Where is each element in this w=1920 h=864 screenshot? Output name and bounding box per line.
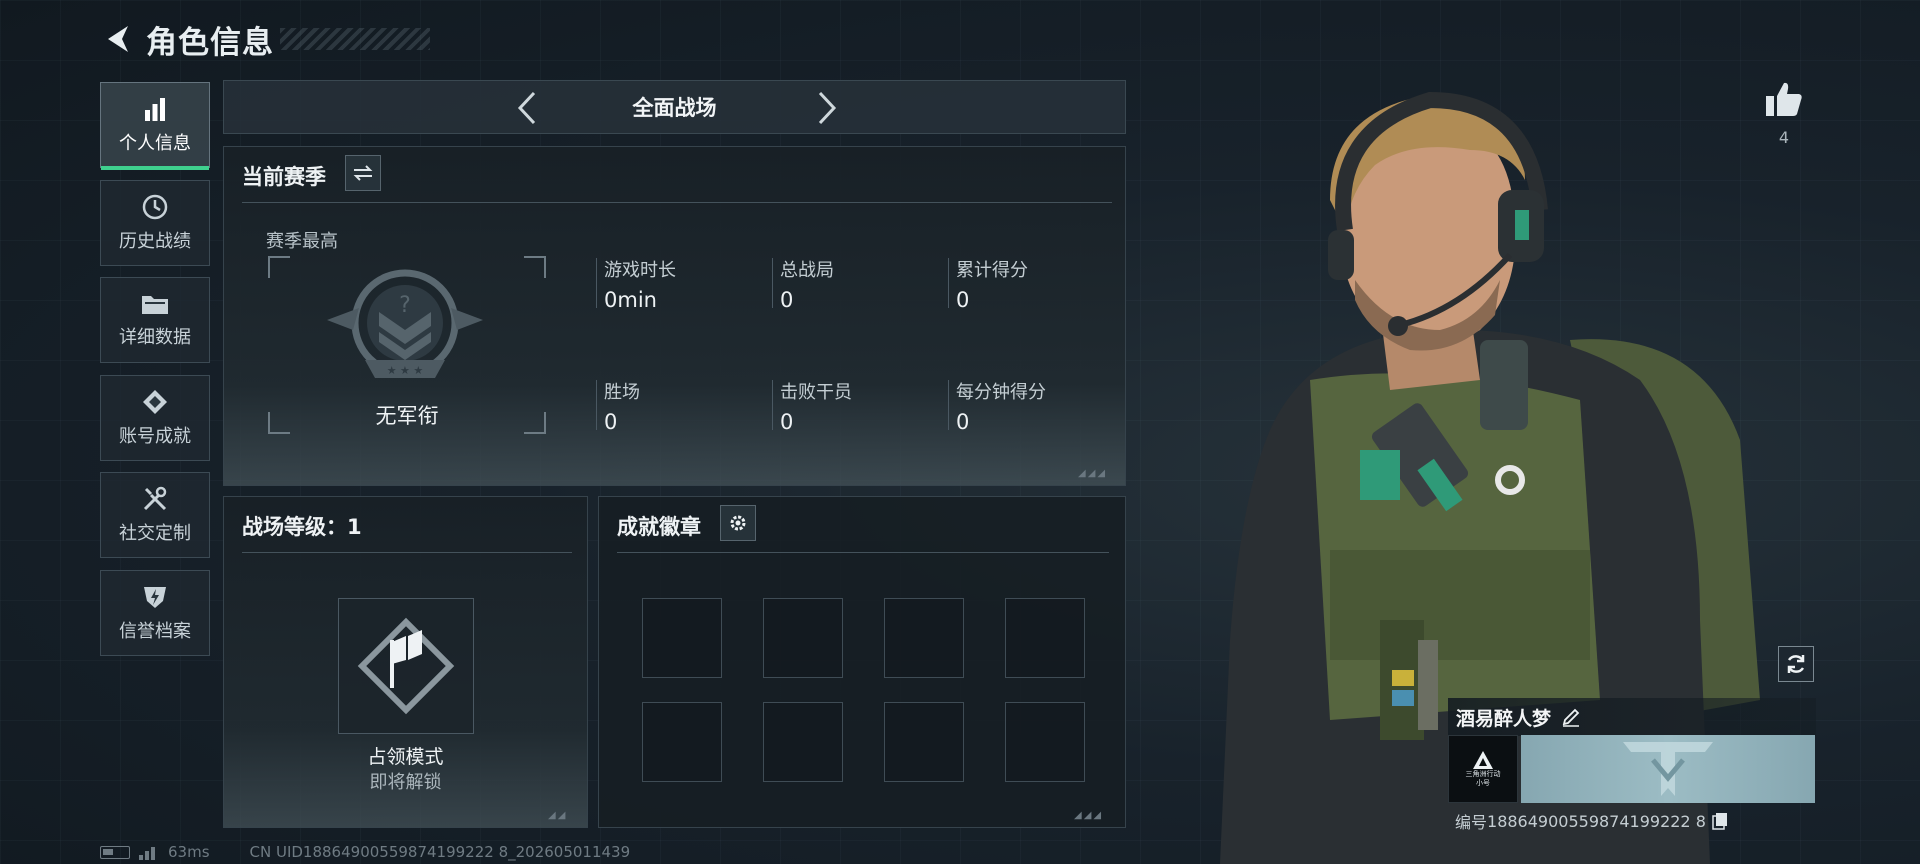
- mode-selector: 全面战场: [223, 80, 1126, 134]
- back-arrow-icon: [108, 26, 128, 52]
- folder-icon: [142, 296, 168, 314]
- svg-text:★ ★ ★: ★ ★ ★: [387, 364, 424, 377]
- page-header: 角色信息: [100, 18, 430, 61]
- badge-slot[interactable]: [1005, 702, 1085, 782]
- game-logo-subtext: 小号: [1476, 779, 1490, 787]
- game-logo: 三角洲行动 小号: [1448, 735, 1518, 803]
- stat-separator: [772, 258, 773, 308]
- battlefield-level-title: 战场等级：1: [242, 515, 362, 539]
- next-mode-arrow-icon[interactable]: [814, 90, 840, 126]
- stat-total-matches-label: 总战局: [780, 260, 834, 281]
- panel-corner-marks: ◢◢: [548, 810, 568, 821]
- shield-lightning-icon: [144, 587, 166, 608]
- season-switch-button[interactable]: [345, 155, 381, 191]
- player-name-bar: 酒易醉人梦: [1448, 698, 1816, 736]
- stat-play-time-label: 游戏时长: [604, 260, 676, 281]
- uid-text: CN UID18864900559874199222 8_20260501143…: [249, 843, 631, 861]
- stat-play-time-value: 0min: [604, 288, 657, 312]
- badge-slot[interactable]: [642, 702, 722, 782]
- badge-slot[interactable]: [1005, 598, 1085, 678]
- achievements-divider: [617, 552, 1109, 553]
- stat-separator: [596, 258, 597, 308]
- stat-wins-label: 胜场: [604, 382, 640, 403]
- sidebar-item-label: 详细数据: [119, 327, 191, 348]
- page-title: 角色信息: [146, 24, 274, 61]
- flag-icon: [357, 617, 455, 715]
- history-clock-icon: [142, 194, 168, 220]
- bar-chart-icon: [145, 98, 165, 121]
- frame-corner: [524, 256, 546, 278]
- like-count: 4: [1778, 128, 1790, 147]
- game-logo-text: 三角洲行动: [1465, 770, 1501, 778]
- tools-icon: [143, 486, 167, 511]
- frame-corner: [268, 256, 290, 278]
- achievements-title: 成就徽章: [617, 515, 701, 539]
- player-id: 编号 18864900559874199222 8: [1455, 809, 1728, 833]
- copy-icon[interactable]: [1712, 812, 1728, 830]
- mode-status: 即将解锁: [369, 772, 442, 793]
- sidebar-item-achievements[interactable]: 账号成就: [100, 375, 210, 461]
- stat-score-per-min-label: 每分钟得分: [956, 382, 1046, 403]
- player-id-label: 编号: [1455, 813, 1488, 832]
- badge-slot[interactable]: [642, 598, 722, 678]
- sidebar-item-label: 社交定制: [119, 523, 191, 544]
- title-decoration: [280, 28, 430, 50]
- badge-slot[interactable]: [763, 598, 843, 678]
- stat-separator: [772, 380, 773, 430]
- badge-slot[interactable]: [884, 598, 964, 678]
- delta-logo-icon: [1473, 751, 1493, 769]
- mode-name: 占领模式: [367, 746, 444, 768]
- season-best-label: 赛季最高: [266, 231, 338, 252]
- sidebar-item-label: 个人信息: [119, 133, 191, 154]
- prev-mode-arrow-icon[interactable]: [514, 90, 540, 126]
- sidebar-item-label: 信誉档案: [119, 621, 191, 642]
- sidebar-item-personal-info[interactable]: 个人信息: [100, 82, 210, 170]
- ping-value: 63ms: [168, 843, 210, 861]
- sidebar-item-social[interactable]: 社交定制: [100, 472, 210, 558]
- player-banner: [1521, 735, 1815, 803]
- stat-wins-value: 0: [604, 410, 618, 434]
- player-id-value: 18864900559874199222 8: [1487, 811, 1706, 831]
- panel-corner-marks: ◢◢◢: [1078, 468, 1108, 479]
- mode-label: 全面战场: [632, 96, 717, 120]
- stat-total-score-label: 累计得分: [956, 260, 1028, 281]
- battery-icon: [100, 845, 130, 859]
- sidebar-item-history[interactable]: 历史战绩: [100, 180, 210, 266]
- status-footer: 63ms CN UID18864900559874199222 8_202605…: [100, 842, 630, 862]
- sidebar-item-label: 历史战绩: [119, 231, 191, 252]
- edit-pencil-icon[interactable]: [1561, 707, 1581, 727]
- badge-slot[interactable]: [884, 702, 964, 782]
- stat-separator: [948, 258, 949, 308]
- rank-emblem-icon: ? ★ ★ ★: [327, 269, 483, 378]
- achievement-badge-icon: [143, 390, 167, 414]
- season-title: 当前赛季: [242, 165, 326, 189]
- refresh-icon: [1787, 655, 1805, 673]
- sidebar-item-label: 账号成就: [119, 426, 191, 447]
- stat-score-per-min-value: 0: [956, 410, 970, 434]
- sidebar-item-reputation[interactable]: 信誉档案: [100, 570, 210, 656]
- refresh-button[interactable]: [1778, 646, 1814, 682]
- svg-text:?: ?: [399, 293, 411, 318]
- like-button[interactable]: [1760, 80, 1808, 122]
- badge-slot[interactable]: [763, 702, 843, 782]
- stat-separator: [948, 380, 949, 430]
- thumbs-up-icon: [1766, 82, 1802, 116]
- swap-arrows-icon: [353, 165, 373, 181]
- signal-icon: [139, 847, 155, 860]
- rank-name: 无军衔: [375, 404, 439, 428]
- banner-emblem-icon: [1623, 742, 1713, 796]
- season-divider: [242, 202, 1112, 203]
- sidebar-item-detail-data[interactable]: 详细数据: [100, 277, 210, 363]
- stat-total-matches-value: 0: [780, 288, 794, 312]
- stat-kills-label: 击败干员: [780, 382, 852, 403]
- stat-kills-value: 0: [780, 410, 794, 434]
- battlefield-divider: [242, 552, 572, 553]
- panel-corner-marks: ◢◢◢: [1074, 810, 1104, 821]
- achievements-settings-button[interactable]: [720, 505, 756, 541]
- player-name: 酒易醉人梦: [1456, 707, 1552, 730]
- back-button[interactable]: [100, 22, 134, 56]
- stat-separator: [596, 380, 597, 430]
- gear-icon: [730, 515, 746, 531]
- stat-total-score-value: 0: [956, 288, 970, 312]
